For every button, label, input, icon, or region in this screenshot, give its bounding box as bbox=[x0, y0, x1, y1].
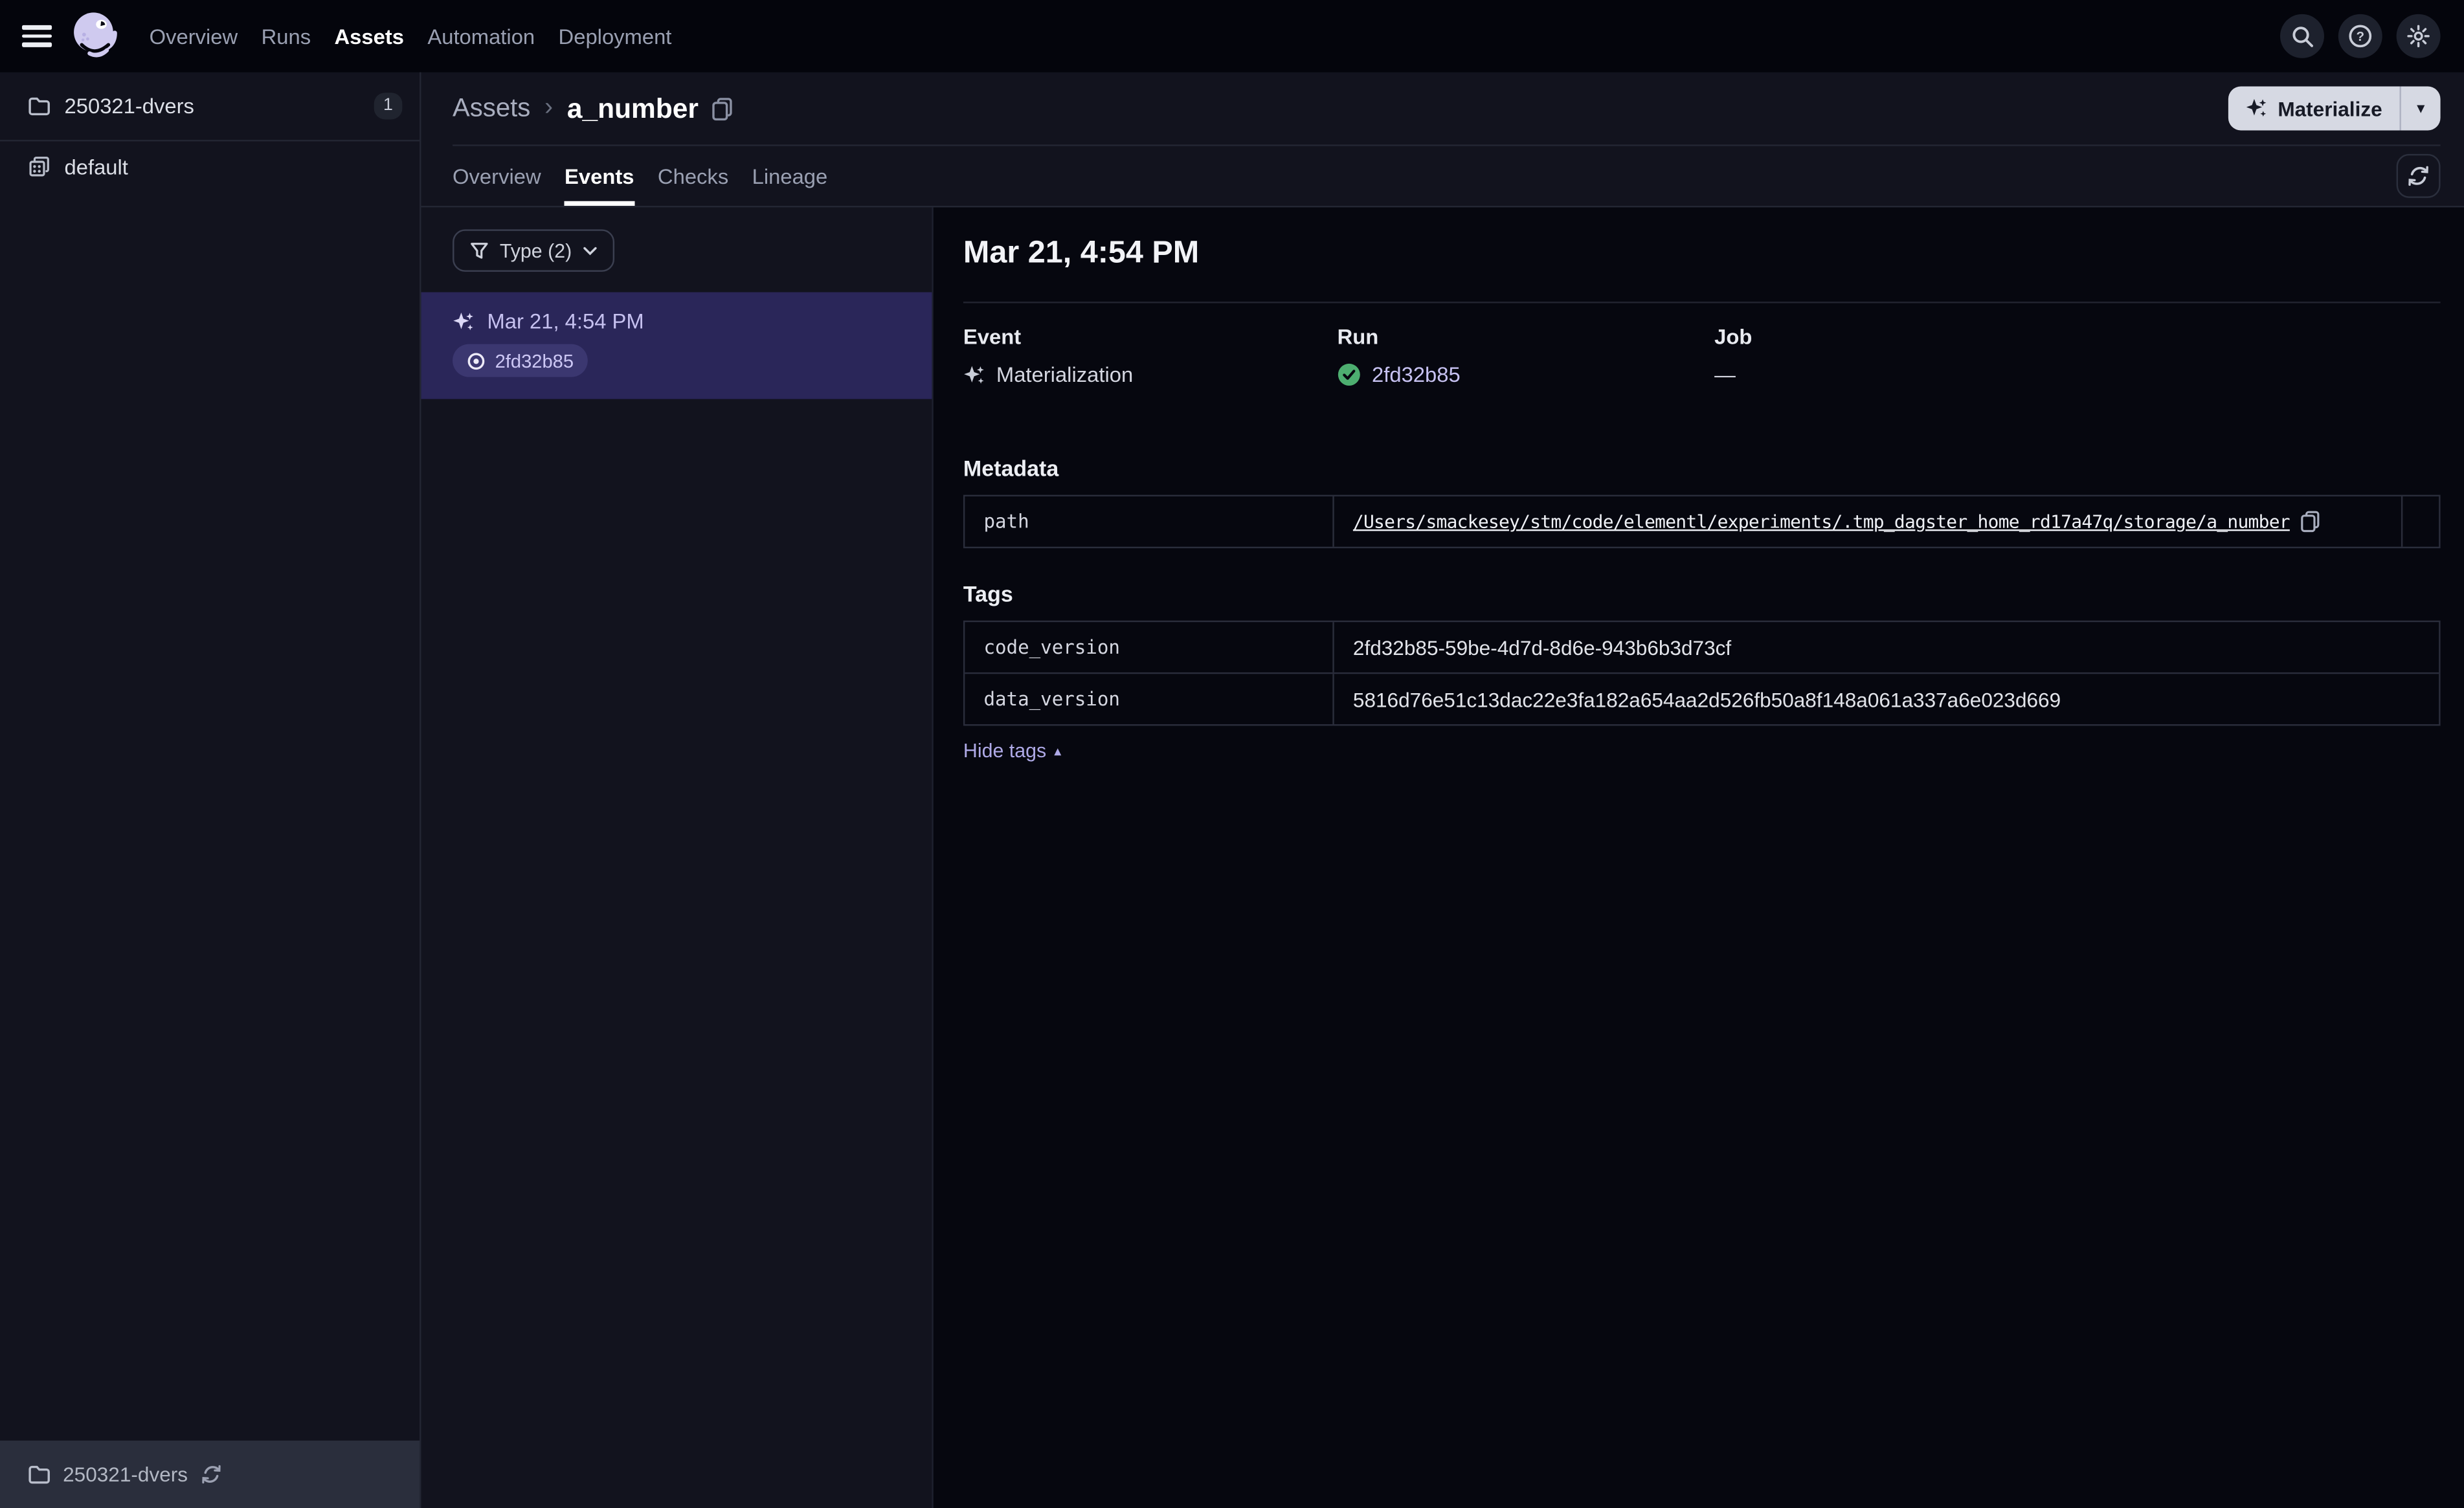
copy-path-button[interactable] bbox=[2301, 511, 2322, 533]
run-success-icon bbox=[1338, 363, 1360, 386]
event-summary-grid: Event Materialization Run 2fd32b85 Job — bbox=[963, 325, 2441, 386]
table-row: data_version 5816d76e51c13dac22e3fa182a6… bbox=[965, 672, 2439, 724]
detail-divider bbox=[963, 302, 2441, 304]
events-list-panel: Type (2) Mar 21, 4:54 PM 2fd32b85 bbox=[421, 207, 934, 1508]
event-run-id: 2fd32b85 bbox=[495, 349, 574, 372]
copy-icon bbox=[2301, 511, 2320, 533]
tag-key: code_version bbox=[965, 622, 1334, 672]
materialization-sparkle-icon bbox=[964, 365, 984, 383]
job-column-header: Job bbox=[1714, 325, 1753, 349]
sidebar-item-asset-group[interactable]: default bbox=[0, 141, 420, 192]
folder-icon bbox=[28, 96, 50, 115]
asset-group-icon bbox=[29, 157, 49, 177]
copy-asset-name-button[interactable] bbox=[711, 96, 733, 120]
asset-name-title: a_number bbox=[566, 91, 699, 124]
question-mark-icon: ? bbox=[2349, 25, 2372, 48]
metadata-table: path /Users/smackesey/stm/code/elementl/… bbox=[963, 494, 2441, 549]
nav-item-overview[interactable]: Overview bbox=[150, 25, 238, 48]
code-location-name: 250321-dvers bbox=[64, 94, 194, 118]
metadata-path-link[interactable]: /Users/smackesey/stm/code/elementl/exper… bbox=[1353, 511, 2290, 533]
svg-text:?: ? bbox=[2356, 29, 2364, 44]
event-type-filter[interactable]: Type (2) bbox=[453, 229, 614, 272]
breadcrumb-separator: › bbox=[544, 94, 554, 121]
top-nav: Overview Runs Assets Automation Deployme… bbox=[0, 0, 2464, 72]
asset-group-name: default bbox=[64, 155, 128, 179]
asset-page: Assets › a_number Materialize ▾ Overview… bbox=[421, 72, 2464, 1508]
help-button[interactable]: ? bbox=[2338, 14, 2382, 58]
event-type-value: Materialization bbox=[996, 362, 1134, 387]
search-button[interactable] bbox=[2279, 14, 2324, 58]
metadata-heading: Metadata bbox=[963, 455, 1059, 481]
table-row: path /Users/smackesey/stm/code/elementl/… bbox=[965, 496, 2439, 547]
breadcrumb-assets-link[interactable]: Assets bbox=[453, 93, 530, 123]
event-run-chip[interactable]: 2fd32b85 bbox=[453, 344, 588, 377]
footer-location-name: 250321-dvers bbox=[63, 1462, 188, 1487]
event-column-header: Event bbox=[963, 325, 1022, 349]
hide-tags-link[interactable]: Hide tags ▴ bbox=[963, 740, 1061, 762]
nav-item-automation[interactable]: Automation bbox=[427, 25, 535, 48]
settings-button[interactable] bbox=[2396, 14, 2441, 58]
tag-value: 5816d76e51c13dac22e3fa182a654aa2d526fb50… bbox=[1352, 687, 2061, 711]
asset-count-badge: 1 bbox=[374, 93, 403, 120]
job-value: — bbox=[1714, 362, 1736, 387]
run-id-link[interactable]: 2fd32b85 bbox=[1372, 363, 1461, 386]
tags-heading: Tags bbox=[963, 581, 1013, 606]
nav-item-runs[interactable]: Runs bbox=[262, 25, 311, 48]
materialize-split-button: Materialize ▾ bbox=[2229, 86, 2441, 131]
chevron-down-icon bbox=[583, 246, 597, 255]
run-target-icon bbox=[467, 352, 485, 369]
filter-funnel-icon bbox=[471, 241, 488, 258]
materialize-dropdown-button[interactable]: ▾ bbox=[2399, 86, 2440, 131]
chevron-down-icon: ▾ bbox=[2417, 100, 2425, 117]
materialize-button[interactable]: Materialize bbox=[2229, 87, 2399, 131]
event-timestamp: Mar 21, 4:54 PM bbox=[487, 309, 644, 333]
materialization-sparkle-icon bbox=[453, 311, 473, 330]
asset-header: Assets › a_number Materialize ▾ bbox=[421, 72, 2464, 145]
hide-tags-label: Hide tags bbox=[963, 740, 1047, 762]
chevron-up-icon: ▴ bbox=[1054, 742, 1062, 759]
filter-label: Type (2) bbox=[499, 239, 572, 262]
sidebar-item-code-location[interactable]: 250321-dvers 1 bbox=[0, 72, 420, 142]
gear-icon bbox=[2407, 25, 2430, 48]
reload-icon[interactable] bbox=[200, 1464, 221, 1485]
run-column-header: Run bbox=[1337, 325, 1379, 349]
asset-catalog-sidebar: 250321-dvers 1 default 250321-dvers bbox=[0, 72, 421, 1508]
sidebar-footer-location[interactable]: 250321-dvers bbox=[0, 1440, 420, 1508]
folder-icon bbox=[28, 1465, 50, 1483]
metadata-key: path bbox=[965, 496, 1334, 547]
event-detail-title: Mar 21, 4:54 PM bbox=[963, 236, 1200, 271]
materialize-label: Materialize bbox=[2278, 96, 2382, 120]
asset-tabs-row: Overview Events Checks Lineage bbox=[421, 146, 2464, 208]
search-icon bbox=[2292, 26, 2313, 47]
metadata-row-extra-cell bbox=[2401, 496, 2439, 547]
table-row: code_version 2fd32b85-59be-4d7d-8d6e-943… bbox=[965, 622, 2439, 672]
event-list-item-selected[interactable]: Mar 21, 4:54 PM 2fd32b85 bbox=[421, 292, 932, 399]
copy-icon bbox=[711, 97, 732, 120]
tab-overview[interactable]: Overview bbox=[453, 146, 541, 206]
event-details-pane: Mar 21, 4:54 PM Event Materialization Ru… bbox=[933, 207, 2464, 1508]
refresh-button[interactable] bbox=[2396, 153, 2441, 198]
dagster-logo[interactable] bbox=[66, 8, 122, 64]
tab-checks[interactable]: Checks bbox=[658, 146, 728, 206]
tab-lineage[interactable]: Lineage bbox=[752, 146, 828, 206]
nav-item-deployment[interactable]: Deployment bbox=[559, 25, 672, 48]
tag-value: 2fd32b85-59be-4d7d-8d6e-943b6b3d73cf bbox=[1352, 635, 1732, 660]
app-window: Overview Runs Assets Automation Deployme… bbox=[0, 0, 2464, 1508]
tab-events[interactable]: Events bbox=[565, 146, 634, 206]
nav-item-assets[interactable]: Assets bbox=[334, 25, 403, 48]
hamburger-menu-icon[interactable] bbox=[21, 25, 52, 47]
sparkle-icon bbox=[2246, 98, 2267, 117]
tags-table: code_version 2fd32b85-59be-4d7d-8d6e-943… bbox=[963, 620, 2441, 726]
primary-nav: Overview Runs Assets Automation Deployme… bbox=[150, 25, 672, 48]
refresh-icon bbox=[2408, 166, 2429, 186]
tag-key: data_version bbox=[965, 674, 1334, 724]
